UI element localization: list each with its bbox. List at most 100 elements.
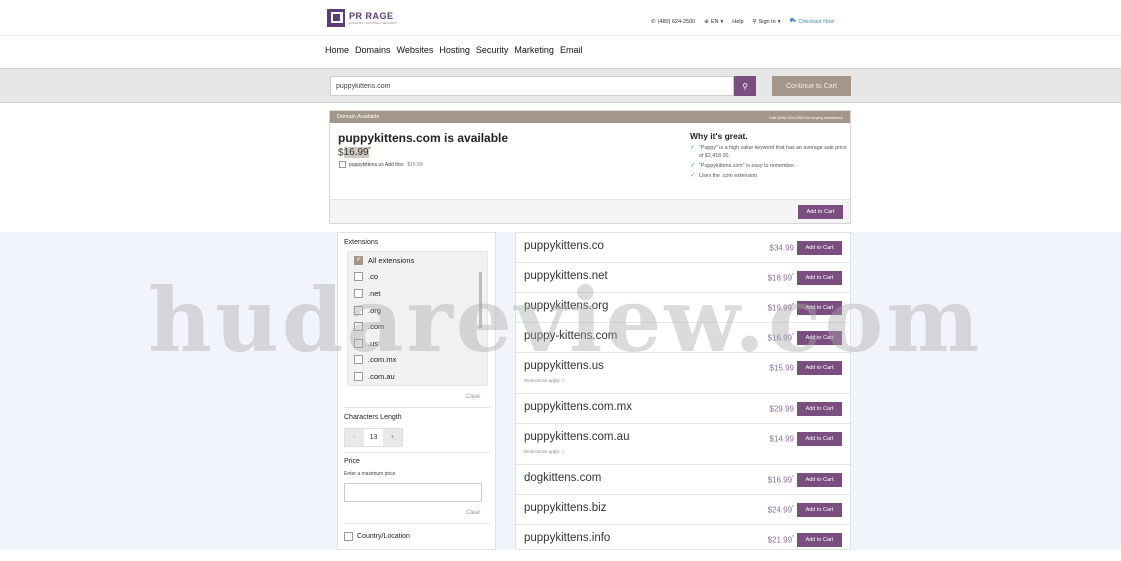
divider (344, 523, 490, 524)
extension-option[interactable]: .us (348, 335, 487, 352)
result-domain[interactable]: puppykittens.info (524, 532, 610, 544)
divider (344, 407, 490, 408)
price-title: Price (344, 458, 360, 465)
add-to-cart-button[interactable]: Add to Cart (797, 402, 842, 416)
help-link[interactable]: Help (732, 19, 743, 25)
nav-home[interactable]: Home (325, 45, 349, 55)
nav-websites[interactable]: Websites (397, 45, 434, 55)
divider (344, 452, 490, 453)
extension-list: All extensions .co .net .org .com .us .c… (347, 251, 488, 386)
nav-security[interactable]: Security (476, 45, 509, 55)
checkbox[interactable] (354, 272, 363, 282)
add-to-cart-button[interactable]: Add to Cart (797, 361, 842, 375)
brand-tagline: DOMAINS • HOSTING • SECURITY (349, 21, 398, 25)
result-domain[interactable]: puppykittens.com.mx (524, 401, 632, 413)
extension-option[interactable]: .co (348, 269, 487, 286)
result-domain[interactable]: puppykittens.us (524, 360, 604, 372)
checkbox[interactable] (354, 355, 363, 365)
result-domain[interactable]: puppy-kittens.com (524, 330, 617, 342)
extension-scrollbar[interactable] (479, 272, 482, 328)
available-footer: Add to Cart (330, 199, 850, 223)
add-to-cart-button[interactable]: Add to Cart (797, 271, 842, 285)
cart-icon: ⛟ (789, 18, 797, 24)
extension-option[interactable]: All extensions (348, 252, 487, 269)
checkbox-checked[interactable] (354, 255, 363, 265)
result-price: $24.99* (767, 505, 794, 515)
clear-price-link[interactable]: Clear (466, 510, 480, 516)
length-value[interactable]: 13 (364, 429, 383, 446)
brand-logo[interactable]: PR RAGE DOMAINS • HOSTING • SECURITY (327, 9, 397, 27)
available-title: Domain Available (337, 114, 380, 120)
language-selector[interactable]: ⊕ EN ▾ (704, 19, 723, 25)
result-domain[interactable]: puppykittens.co (524, 240, 604, 252)
add-to-cart-button[interactable]: Add to Cart (797, 301, 842, 315)
extension-option[interactable]: .com.au (348, 368, 487, 385)
checkbox[interactable] (354, 305, 363, 315)
nav-domains[interactable]: Domains (355, 45, 391, 55)
info-icon: ⓘ (560, 378, 566, 383)
checkbox[interactable] (354, 371, 363, 381)
available-header: Domain Available Call (480) 624-2500 for… (330, 111, 850, 123)
result-price: $15.99 (769, 363, 794, 373)
country-filter[interactable]: Country/Location (344, 532, 410, 541)
list-item: puppykittens.biz $24.99* Add to Cart (516, 495, 850, 525)
result-domain[interactable]: dogkittens.com (524, 472, 601, 484)
nav-marketing[interactable]: Marketing (514, 45, 554, 55)
result-domain[interactable]: puppykittens.com.au (524, 431, 629, 443)
checkbox[interactable] (354, 322, 363, 332)
nav-email[interactable]: Email (560, 45, 583, 55)
max-price-input[interactable] (344, 483, 482, 502)
extension-option[interactable]: .org (348, 302, 487, 319)
length-increment-button[interactable]: + (383, 429, 402, 446)
globe-icon: ⊕ (704, 18, 709, 25)
list-item: puppy-kittens.com $16.99* Add to Cart (516, 323, 850, 353)
check-icon: ✓ (690, 145, 696, 151)
available-domain: puppykittens.com is available (338, 131, 509, 145)
domain-available-card: Domain Available Call (480) 624-2500 for… (329, 110, 851, 224)
result-domain[interactable]: puppykittens.org (524, 300, 608, 312)
result-domain[interactable]: puppykittens.biz (524, 502, 606, 514)
extension-option[interactable]: .net (348, 285, 487, 302)
checkbox[interactable] (354, 288, 363, 298)
add-to-cart-button[interactable]: Add to Cart (797, 473, 842, 487)
result-price: $29.99 (769, 404, 794, 414)
length-decrement-button[interactable]: - (345, 429, 364, 446)
list-item: puppykittens.com.mx $29.99 Add to Cart (516, 394, 850, 424)
list-item: dogkittens.com $16.99* Add to Cart (516, 465, 850, 495)
list-item: puppykittens.net $18.99* Add to Cart (516, 263, 850, 293)
add-to-cart-button[interactable]: Add to Cart (797, 503, 842, 517)
result-domain[interactable]: puppykittens.net (524, 270, 608, 282)
nav-hosting[interactable]: Hosting (439, 45, 470, 55)
assistance-text: Call (480) 624-2500 for buying assistanc… (768, 114, 843, 120)
clear-extensions-link[interactable]: Clear (466, 394, 480, 400)
why-item: ✓ "Puppykittens.com" is easy to remember. (690, 163, 796, 169)
checkbox[interactable] (354, 338, 363, 348)
restrictions-note[interactable]: Restrictions apply ⓘ (524, 449, 565, 455)
restrictions-note[interactable]: Restrictions apply ⓘ (524, 378, 565, 384)
list-item: puppykittens.org $19.99* Add to Cart (516, 293, 850, 323)
add-to-cart-button[interactable]: Add to Cart (797, 241, 842, 255)
addon-offer[interactable]: puppykittens.us Add this: $15.99 (339, 161, 423, 168)
extension-option[interactable]: .com (348, 318, 487, 335)
page: PR RAGE DOMAINS • HOSTING • SECURITY ✆ (4… (0, 0, 1121, 561)
signin-menu[interactable]: ⚲ Sign In ▾ (753, 19, 781, 25)
country-checkbox[interactable] (344, 532, 353, 541)
check-icon: ✓ (690, 163, 696, 169)
continue-to-cart-button[interactable]: Continue to Cart (772, 76, 851, 96)
extensions-title: Extensions (344, 239, 379, 246)
search-button[interactable]: ⚲ (734, 76, 756, 96)
add-to-cart-button[interactable]: Add to Cart (797, 533, 842, 547)
domain-search-input[interactable] (330, 76, 734, 96)
extension-option[interactable]: .com.mx (348, 352, 487, 369)
add-to-cart-button[interactable]: Add to Cart (797, 432, 842, 446)
add-to-cart-button[interactable]: Add to Cart (797, 331, 842, 345)
add-to-cart-button[interactable]: Add to Cart (798, 205, 843, 219)
user-icon: ⚲ (752, 18, 757, 25)
checkout-link[interactable]: ⛟ Checkout Now (789, 18, 834, 25)
price-subtitle: Enter a maximum price (344, 471, 396, 477)
why-title: Why it's great. (690, 131, 748, 141)
phone-link[interactable]: ✆ (480) 624-2500 (651, 19, 695, 25)
addon-checkbox[interactable] (339, 161, 346, 168)
check-icon: ✓ (690, 173, 696, 179)
length-stepper: - 13 + (344, 428, 403, 447)
